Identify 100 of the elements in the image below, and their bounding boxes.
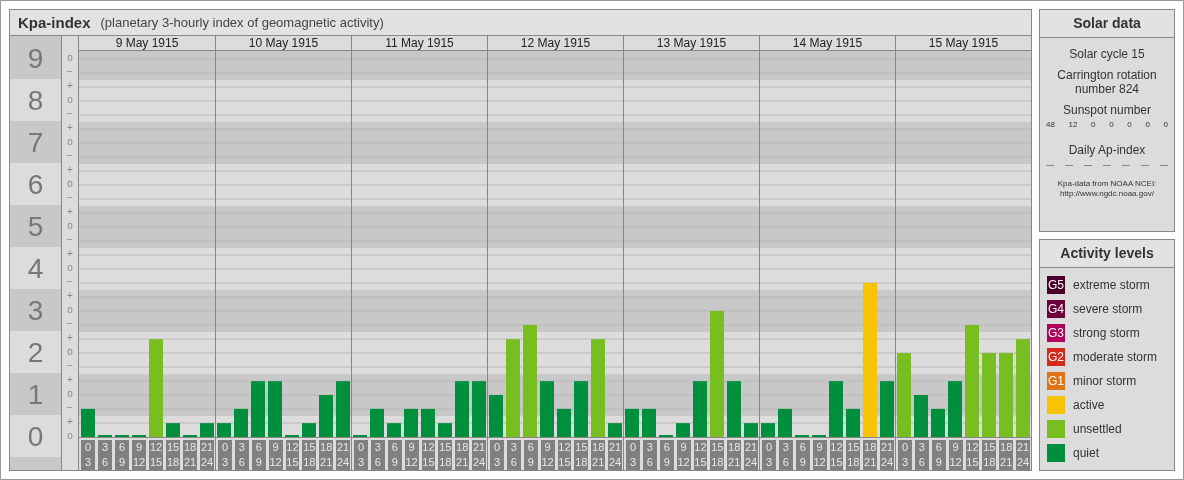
time-range-label: 3 6	[914, 440, 929, 470]
time-range-label: 18 21	[183, 440, 197, 470]
axis-tick-label: o	[67, 51, 73, 65]
sunspot-value: 0	[1127, 120, 1132, 129]
time-range-label: 0 3	[490, 440, 504, 470]
time-range-label: 9 12	[948, 440, 963, 470]
axis-label: 9	[27, 44, 44, 73]
time-range-label: 9 12	[812, 440, 827, 470]
sunspot-value: 12	[1068, 120, 1078, 129]
time-range-label: 21 24	[608, 440, 622, 470]
time-range-label: 18 21	[863, 440, 878, 470]
axis-tick-label: −	[67, 107, 73, 121]
ap-index-value: —	[1046, 160, 1054, 169]
axis-tick-label: o	[67, 261, 73, 275]
axis-tick-label: o	[67, 303, 73, 317]
time-range-label: 3 6	[234, 440, 249, 470]
storm-level-badge: G4	[1047, 300, 1065, 318]
axis-tick-label: +	[67, 415, 73, 429]
time-range-label: 3 6	[778, 440, 793, 470]
time-range-label: 21 24	[472, 440, 486, 470]
ap-index-value: —	[1103, 160, 1111, 169]
date-header: 13 May 1915	[623, 36, 759, 50]
time-range-label: 0 3	[354, 440, 368, 470]
section-heading: Sunspot number	[1062, 103, 1152, 117]
date-header: 10 May 1915	[215, 36, 351, 50]
time-range-label: 6 9	[523, 440, 538, 470]
sunspot-value: 0	[1109, 120, 1114, 129]
axis-label: 5	[27, 212, 44, 241]
legend-label: extreme storm	[1073, 278, 1150, 292]
time-range-label: 9 12	[132, 440, 146, 470]
axis-tick-label: +	[67, 331, 73, 345]
ap-index-value: —	[1084, 160, 1092, 169]
time-range-label: 12 15	[829, 440, 844, 470]
time-range-label: 15 18	[710, 440, 725, 470]
time-range-label: 12 15	[421, 440, 436, 470]
axis-tick-label: −	[67, 191, 73, 205]
axis-label: 0	[27, 422, 44, 451]
time-range-label: 3 6	[370, 440, 385, 470]
time-range-label: 15 18	[438, 440, 453, 470]
time-range-label: 0 3	[626, 440, 640, 470]
axis-tick-label: o	[67, 177, 73, 191]
axis-tick-label: o	[67, 345, 73, 359]
date-header: 9 May 1915	[114, 36, 180, 50]
time-range-label: 18 21	[999, 440, 1014, 470]
ap-index-value: —	[1160, 160, 1168, 169]
time-range-label: 12 15	[965, 440, 980, 470]
storm-level-badge: G2	[1047, 348, 1065, 366]
axis-tick-label: +	[67, 289, 73, 303]
legend-label: moderate storm	[1073, 350, 1158, 364]
sunspot-value: 0	[1145, 120, 1150, 129]
sunspot-value: 48	[1046, 120, 1055, 129]
axis-tick-label: o	[67, 429, 73, 443]
time-range-label: 6 9	[795, 440, 810, 470]
time-range-label: 6 9	[931, 440, 946, 470]
axis-tick-label: −	[67, 401, 73, 415]
time-range-label: 18 21	[455, 440, 470, 470]
time-range-label: 9 12	[268, 440, 283, 470]
source-text: Kpa-data from NOAA NCEI:	[1057, 179, 1157, 189]
axis-tick-label: o	[67, 93, 73, 107]
time-range-label: 21 24	[336, 440, 350, 470]
axis-tick-label: −	[67, 233, 73, 247]
time-range-label: 3 6	[506, 440, 521, 470]
storm-level-badge: G5	[1047, 276, 1065, 294]
time-range-label: 6 9	[251, 440, 266, 470]
panel-title: Kpa-index	[18, 14, 91, 31]
axis-tick-label: +	[67, 163, 73, 177]
legend-label: active	[1073, 398, 1105, 412]
axis-tick-label: +	[67, 247, 73, 261]
time-range-label: 6 9	[387, 440, 402, 470]
storm-level-badge: G3	[1047, 324, 1065, 342]
section-heading: Daily Ap-index	[1068, 143, 1146, 157]
time-range-label: 0 3	[762, 440, 776, 470]
legend-label: severe storm	[1073, 302, 1143, 316]
time-range-label: 3 6	[98, 440, 112, 470]
date-header: 11 May 1915	[351, 36, 487, 50]
time-range-label: 3 6	[642, 440, 657, 470]
time-range-label: 6 9	[659, 440, 674, 470]
time-range-label: 6 9	[115, 440, 129, 470]
axis-tick-label: −	[67, 359, 73, 373]
sunspot-value: 0	[1091, 120, 1096, 129]
legend-label: unsettled	[1073, 422, 1122, 436]
time-range-label: 12 15	[693, 440, 708, 470]
legend-label: minor storm	[1073, 374, 1137, 388]
date-header: 14 May 1915	[759, 36, 895, 50]
time-range-label: 15 18	[166, 440, 180, 470]
time-range-label: 9 12	[404, 440, 419, 470]
axis-tick-label: o	[67, 387, 73, 401]
axis-tick-label: o	[67, 135, 73, 149]
axis-tick-label: +	[67, 79, 73, 93]
time-range-label: 18 21	[319, 440, 334, 470]
axis-label: 4	[27, 254, 44, 283]
solar-cycle-text: Solar cycle 15	[1069, 47, 1145, 61]
source-url: http://www.ngdc.noaa.gov/	[1060, 189, 1154, 199]
time-range-label: 9 12	[540, 440, 555, 470]
time-range-label: 15 18	[982, 440, 997, 470]
axis-tick-label: o	[67, 219, 73, 233]
legend-label: quiet	[1073, 446, 1100, 460]
ap-index-value: —	[1065, 160, 1073, 169]
ap-index-value: —	[1141, 160, 1149, 169]
time-range-label: 21 24	[880, 440, 894, 470]
